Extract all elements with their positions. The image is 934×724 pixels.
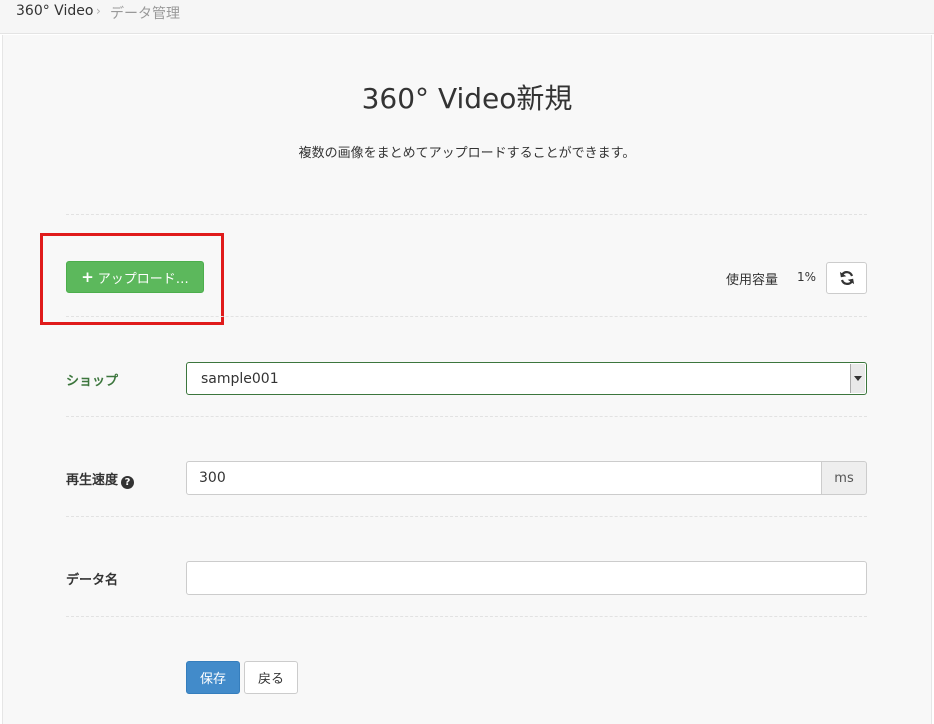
speed-input[interactable] — [186, 461, 822, 495]
save-button[interactable]: 保存 — [186, 661, 240, 694]
speed-label-text: 再生速度 — [66, 473, 119, 488]
page-description: 複数の画像をまとめてアップロードすることができます。 — [298, 146, 636, 161]
usage-label: 使用容量 — [726, 273, 779, 288]
chevron-down-icon[interactable] — [850, 364, 865, 393]
speed-label: 再生速度? — [66, 469, 135, 489]
back-button[interactable]: 戻る — [244, 661, 298, 694]
shop-select[interactable]: sample001 — [186, 362, 867, 395]
refresh-button[interactable] — [826, 262, 867, 294]
upload-button-label: アップロード… — [97, 271, 189, 287]
breadcrumb-separator: › — [96, 4, 101, 18]
speed-unit-addon: ms — [821, 461, 867, 495]
data-name-input[interactable] — [186, 561, 867, 595]
question-circle-icon[interactable]: ? — [121, 476, 135, 489]
data-name-label: データ名 — [66, 573, 119, 588]
breadcrumb-current: データ管理 — [110, 6, 180, 22]
divider — [66, 616, 867, 617]
shop-select-value: sample001 — [201, 370, 279, 387]
plus-icon: + — [81, 268, 94, 286]
upload-button[interactable]: + アップロード… — [66, 261, 204, 293]
divider — [66, 214, 867, 215]
refresh-icon — [839, 271, 854, 285]
breadcrumb-root-link[interactable]: 360° Video — [16, 3, 93, 19]
divider — [66, 316, 867, 317]
divider — [66, 416, 867, 417]
usage-value: 1% — [797, 270, 817, 284]
divider — [66, 516, 867, 517]
breadcrumb: 360° Video › データ管理 — [0, 0, 934, 34]
page-title: 360° Video新規 — [361, 82, 573, 115]
shop-label: ショップ — [66, 374, 119, 389]
